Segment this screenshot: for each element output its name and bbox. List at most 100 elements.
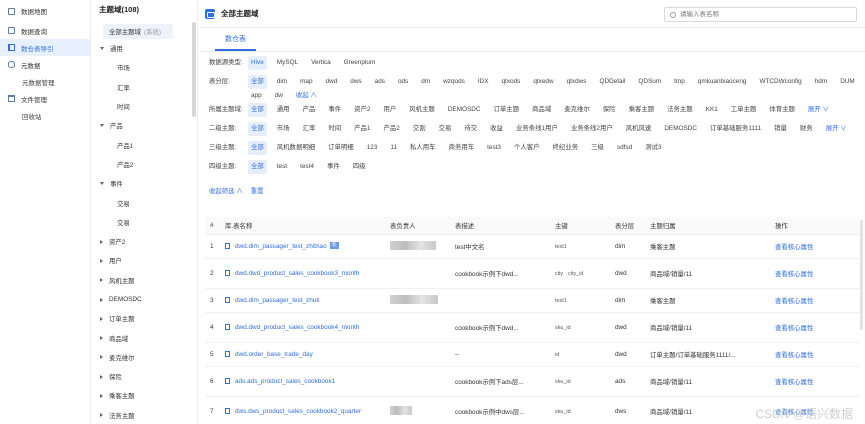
- filter-option[interactable]: 订单主题: [490, 103, 522, 117]
- tree-item[interactable]: 产品: [91, 116, 197, 135]
- collapse-filters-link[interactable]: 收起筛选 ∧: [209, 186, 243, 195]
- filter-option[interactable]: 收益: [487, 122, 506, 136]
- main-scrollbar[interactable]: [860, 220, 863, 330]
- filter-option[interactable]: 商品域: [529, 103, 554, 117]
- filter-option[interactable]: 市场: [274, 122, 293, 136]
- tree-item[interactable]: 时间: [91, 97, 197, 116]
- filter-option[interactable]: 保险: [600, 103, 619, 117]
- table-name-link[interactable]: ads.ads_product_sales_cookbook1: [225, 377, 385, 386]
- filter-option[interactable]: 订单基础服务1111: [707, 122, 764, 136]
- chevron-icon[interactable]: [100, 374, 103, 379]
- filter-option[interactable]: DEMOSDC: [445, 103, 484, 117]
- filter-option[interactable]: 事件: [325, 103, 344, 117]
- table-name-link[interactable]: dwd.dim_passager_test_zhib\ao 长: [225, 242, 385, 251]
- filter-option[interactable]: 三级: [588, 141, 607, 155]
- table-row[interactable]: 4 dwd.dwd_product_sales_cookbook4_month co…: [205, 313, 860, 343]
- filter-option[interactable]: dm: [418, 75, 433, 89]
- tree-item[interactable]: 产品1: [91, 135, 197, 154]
- filter-option[interactable]: 四级: [350, 160, 369, 174]
- table-name-link[interactable]: dwd.dim_passager_test_zhuti: [225, 296, 385, 305]
- filter-option[interactable]: DEMOSDC: [661, 122, 700, 136]
- filter-option[interactable]: 销量: [771, 122, 790, 136]
- chevron-icon[interactable]: [100, 336, 103, 341]
- filter-toggle-link[interactable]: 展开 ∨: [805, 103, 832, 117]
- tree-item-all[interactable]: 全部主题域 (系统): [103, 24, 173, 39]
- table-name-link[interactable]: dwd.order_base_trade_day: [225, 350, 385, 359]
- tree-item[interactable]: 用户: [91, 251, 197, 270]
- view-core-attributes-link[interactable]: 查看核心属性: [770, 242, 830, 251]
- tree-item[interactable]: 产品2: [91, 155, 197, 174]
- filter-option[interactable]: 全部: [248, 122, 267, 136]
- filter-option[interactable]: qtxods: [498, 75, 523, 89]
- filter-option[interactable]: 法务主题: [664, 103, 696, 117]
- filter-option[interactable]: test4: [297, 160, 317, 174]
- filter-option[interactable]: dim: [274, 75, 290, 89]
- filter-option[interactable]: 资产2: [351, 103, 373, 117]
- search-input[interactable]: [680, 11, 850, 18]
- chevron-icon[interactable]: [100, 239, 103, 244]
- filter-option[interactable]: 时间: [325, 122, 344, 136]
- chevron-icon[interactable]: [100, 47, 104, 51]
- filter-option[interactable]: 待交: [461, 122, 480, 136]
- filter-option[interactable]: qtxdws: [564, 75, 590, 89]
- filter-option[interactable]: 订单明细: [325, 141, 357, 155]
- nav-item[interactable]: 数据查询: [0, 22, 90, 39]
- filter-option[interactable]: 用户: [380, 103, 399, 117]
- filter-option[interactable]: ods: [395, 75, 411, 89]
- tree-item[interactable]: 保险: [91, 367, 197, 386]
- filter-option[interactable]: 终纪业务: [550, 141, 582, 155]
- tree-item[interactable]: 麦克维尔: [91, 348, 197, 367]
- filter-option[interactable]: 风机风速: [623, 122, 655, 136]
- tree-item[interactable]: 交易: [91, 193, 197, 212]
- filter-option[interactable]: app: [248, 89, 265, 103]
- table-row[interactable]: 6 ads.ads_product_sales_cookbook1 cookbook…: [205, 367, 860, 397]
- chevron-icon[interactable]: [100, 182, 104, 186]
- tree-item[interactable]: 通用: [91, 39, 197, 58]
- nav-item[interactable]: 文件管理: [0, 90, 90, 107]
- chevron-icon[interactable]: [100, 278, 103, 283]
- table-row[interactable]: 5 dwd.order_base_trade_day -- id dwd 订单主题/订单基…: [205, 343, 860, 367]
- tree-item[interactable]: 风机主题: [91, 271, 197, 290]
- filter-option[interactable]: Greenplum: [341, 56, 379, 70]
- filter-option[interactable]: 11: [387, 141, 400, 155]
- filter-option[interactable]: 产品2: [380, 122, 402, 136]
- filter-option[interactable]: hdm: [812, 75, 830, 89]
- nav-item[interactable]: 元数据管理: [0, 73, 90, 90]
- filter-option[interactable]: 产品1: [351, 122, 373, 136]
- filter-toggle-link[interactable]: 收起 ∧: [293, 89, 320, 103]
- view-core-attributes-link[interactable]: 查看核心属性: [770, 269, 830, 278]
- filter-option[interactable]: 产品: [300, 103, 319, 117]
- filter-option[interactable]: qmkuanbiaoceng: [695, 75, 750, 89]
- filter-option[interactable]: 体育主题: [766, 103, 798, 117]
- nav-item[interactable]: 回收站: [0, 107, 90, 124]
- tree-item[interactable]: 汇率: [91, 78, 197, 97]
- nav-item[interactable]: 数仓表导引: [0, 39, 90, 56]
- nav-item[interactable]: 数据地图: [0, 0, 90, 22]
- filter-option[interactable]: 交割: [410, 122, 429, 136]
- tree-item[interactable]: 市场: [91, 58, 197, 77]
- view-core-attributes-link[interactable]: 查看核心属性: [770, 323, 830, 332]
- filter-option[interactable]: IDX: [475, 75, 492, 89]
- filter-option[interactable]: sdfsd: [614, 141, 635, 155]
- chevron-icon[interactable]: [100, 413, 103, 418]
- filter-option[interactable]: 乘客主题: [626, 103, 658, 117]
- filter-option[interactable]: Hive: [248, 56, 267, 70]
- chevron-icon[interactable]: [100, 258, 103, 263]
- tree-scrollbar[interactable]: [192, 22, 196, 117]
- filter-option[interactable]: wzqods: [440, 75, 468, 89]
- column-header[interactable]: 库.表名称: [220, 221, 385, 230]
- filter-option[interactable]: map: [297, 75, 315, 89]
- filter-option[interactable]: 个人客户: [511, 141, 543, 155]
- table-row[interactable]: 3 dwd.dim_passager_test_zhuti test1 dim 乘客主题…: [205, 289, 860, 313]
- tab-warehouse-tables[interactable]: 数仓表: [215, 34, 256, 51]
- filter-option[interactable]: tmp: [671, 75, 688, 89]
- filter-option[interactable]: 商务用车: [446, 141, 478, 155]
- filter-option[interactable]: 通用: [274, 103, 293, 117]
- table-name-link[interactable]: dwd.dwd_product_sales_cookbook4_month: [225, 323, 385, 332]
- filter-option[interactable]: 全部: [248, 160, 267, 174]
- chevron-icon[interactable]: [100, 393, 103, 398]
- filter-option[interactable]: 业务条线1用户: [513, 122, 561, 136]
- filter-option[interactable]: dw: [272, 89, 286, 103]
- tree-item[interactable]: 法务主题: [91, 406, 197, 424]
- reset-filters-link[interactable]: 重置: [251, 186, 264, 195]
